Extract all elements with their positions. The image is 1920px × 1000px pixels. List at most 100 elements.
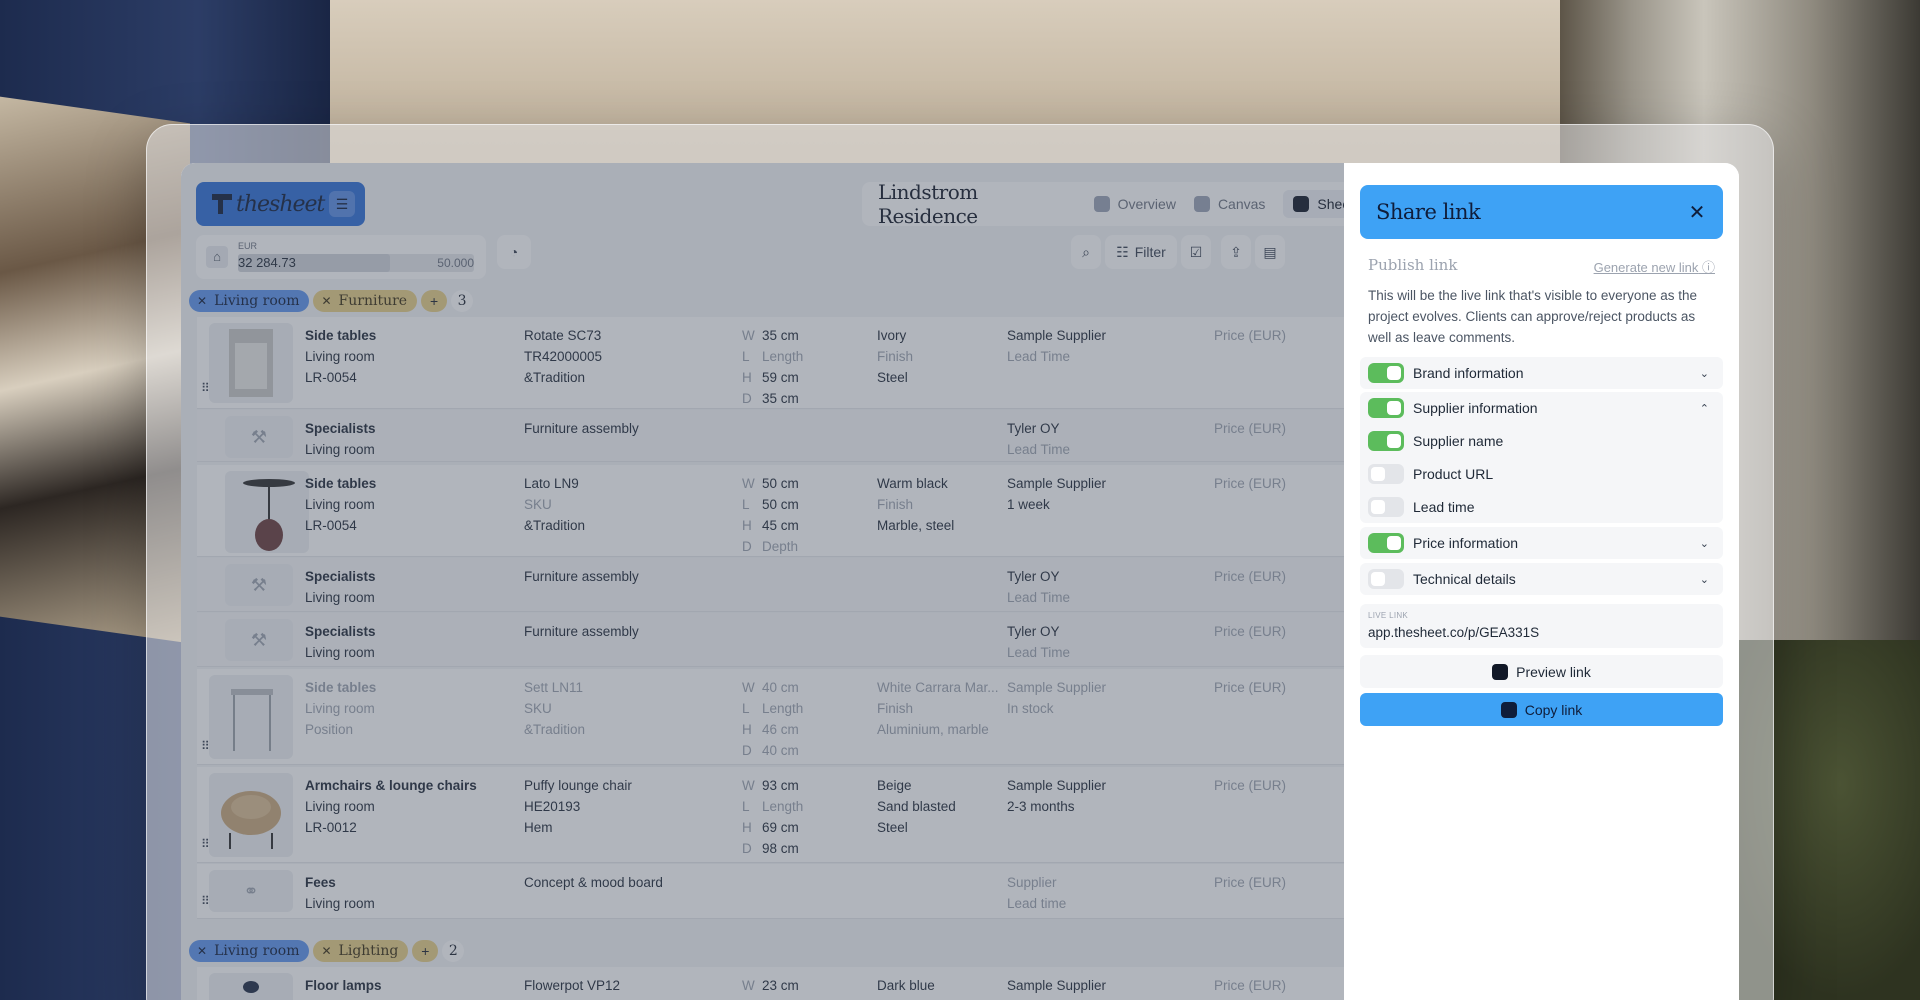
toggle-technical-details[interactable] [1368, 569, 1404, 589]
table-row[interactable]: Side tables Living room LR-0054 Lato LN9 SK… [197, 465, 1344, 557]
dim-label: D [742, 391, 752, 406]
toggle-brand-information[interactable] [1368, 363, 1404, 383]
toggle-supplier-information[interactable] [1368, 398, 1404, 418]
close-icon[interactable]: ✕ [321, 294, 331, 308]
category-chip[interactable]: ✕ Furniture [313, 290, 418, 312]
dim-value: 40 cm [762, 680, 799, 695]
price: Price (EUR) [1214, 421, 1287, 436]
supplier-name: Sample Supplier [1007, 978, 1107, 993]
table-row[interactable]: ⠿ Side tables Living room LR-0054 Rotate S… [197, 317, 1344, 409]
price: Price (EUR) [1214, 476, 1287, 491]
item-name: Side tables [305, 476, 377, 491]
table-row[interactable]: Floor lamps Flowerpot VP12 W 23 cm Dark b… [197, 967, 1344, 1000]
finish-color: Dark blue [877, 978, 935, 993]
chevron-up-icon[interactable]: ⌃ [1700, 402, 1709, 415]
tab-overview[interactable]: Overview [1093, 196, 1176, 212]
share-icon[interactable]: ⇪ [1221, 235, 1251, 269]
export-icon[interactable]: ▤ [1255, 235, 1285, 269]
live-link-value[interactable]: app.thesheet.co/p/GEA331S [1368, 625, 1539, 640]
item-name: Specialists [305, 421, 376, 436]
price: Price (EUR) [1214, 569, 1287, 584]
option-product-url[interactable]: Product URL [1360, 457, 1723, 490]
table-row[interactable]: ⠿ Armchairs & lounge chairs Living room LR… [197, 767, 1344, 863]
dim-label: L [742, 799, 750, 814]
item-room: Living room [305, 701, 375, 716]
drag-handle-icon[interactable]: ⠿ [201, 837, 210, 851]
option-label: Supplier information [1413, 400, 1538, 416]
table-row[interactable]: ⠿ Side tables Living room Position Sett LN… [197, 669, 1344, 765]
room-chip[interactable]: ✕ Living room [189, 290, 310, 312]
product-name: Furniture assembly [524, 421, 639, 436]
search-icon[interactable]: ⌕ [1071, 235, 1101, 269]
lead-time: 1 week [1007, 497, 1050, 512]
tag-icon: ⌂ [206, 246, 228, 268]
finish-material: Steel [877, 370, 908, 385]
category-chip-label: Lighting [338, 943, 399, 959]
room-chip[interactable]: ✕ Living room [189, 940, 310, 962]
chevron-down-icon[interactable]: ⌄ [1700, 367, 1709, 380]
option-supplier-information[interactable]: Supplier information ⌃ [1360, 392, 1723, 424]
category-chip[interactable]: ✕ Lighting [313, 940, 409, 962]
option-technical-details[interactable]: Technical details ⌄ [1360, 563, 1723, 595]
option-label: Supplier name [1413, 432, 1504, 449]
add-icon[interactable]: + [412, 940, 439, 962]
price: Price (EUR) [1214, 778, 1287, 793]
option-price-information[interactable]: Price information ⌄ [1360, 527, 1723, 559]
item-code: Position [305, 722, 354, 737]
drag-handle-icon[interactable]: ⠿ [201, 894, 210, 908]
option-lead-time[interactable]: Lead time [1360, 490, 1723, 523]
project-bar: Lindstrom Residence Overview Canvas Shee… [862, 180, 1382, 228]
dim-value: 50 cm [762, 476, 799, 491]
menu-icon[interactable]: ☰ [329, 191, 355, 217]
piggy-bank-icon[interactable]: ◔ [497, 235, 531, 269]
dim-label: H [742, 370, 752, 385]
finish-type: Sand blasted [877, 799, 956, 814]
publish-link-label: Publish link [1368, 256, 1458, 274]
dim-value: 45 cm [762, 518, 799, 533]
option-label: Technical details [1413, 571, 1516, 587]
toggle-product-url[interactable] [1368, 463, 1404, 484]
toggle-lead-time[interactable] [1368, 496, 1404, 517]
finish-material: Marble, steel [877, 518, 955, 533]
toggle-supplier-name[interactable] [1368, 430, 1404, 451]
dim-value: 23 cm [762, 978, 799, 993]
budget-box[interactable]: ⌂ EUR 32 284.73 50.000 [196, 235, 486, 279]
price: Price (EUR) [1214, 680, 1287, 695]
copy-link-button[interactable]: Copy link [1360, 693, 1723, 726]
table-row[interactable]: ⚒ Specialists Living room Furniture assem… [197, 410, 1344, 462]
chevron-down-icon[interactable]: ⌄ [1700, 537, 1709, 550]
close-icon[interactable]: ✕ [197, 294, 207, 308]
filter-button[interactable]: ☷ Filter [1105, 235, 1177, 269]
lead-time: Lead Time [1007, 590, 1071, 605]
copy-icon [1500, 701, 1517, 718]
finish-color: Ivory [877, 328, 907, 343]
table-row[interactable]: ⚭ ⠿ Fees Living room Concept & mood board… [197, 864, 1344, 919]
select-icon[interactable]: ☑ [1181, 235, 1211, 269]
product-name: Lato LN9 [524, 476, 579, 491]
share-description: This will be the live link that's visibl… [1368, 288, 1697, 345]
add-icon[interactable]: + [421, 290, 448, 312]
option-brand-information[interactable]: Brand information ⌄ [1360, 357, 1723, 389]
dim-value: Length [762, 701, 804, 716]
close-icon[interactable]: ✕ [321, 944, 331, 958]
price: Price (EUR) [1214, 624, 1287, 639]
toggle-price-information[interactable] [1368, 533, 1404, 553]
item-code: LR-0054 [305, 370, 357, 385]
table-row[interactable]: ⚒ Specialists Living room Furniture assem… [197, 558, 1344, 612]
item-name: Side tables [305, 328, 377, 343]
share-panel-header: Share link ✕ [1360, 185, 1723, 239]
budget-currency: EUR [238, 241, 258, 251]
table-row[interactable]: ⚒ Specialists Living room Furniture assem… [197, 613, 1344, 667]
close-icon[interactable]: ✕ [197, 944, 207, 958]
budget-spent: 32 284.73 [238, 255, 296, 270]
live-link-field[interactable]: LIVE LINK app.thesheet.co/p/GEA331S [1360, 604, 1723, 648]
option-supplier-name[interactable]: Supplier name [1360, 424, 1723, 457]
close-icon[interactable]: ✕ [1685, 200, 1709, 225]
preview-link-button[interactable]: Preview link [1360, 655, 1723, 688]
logo[interactable]: thesheet ☰ [196, 182, 365, 226]
drag-handle-icon[interactable]: ⠿ [201, 739, 210, 753]
generate-new-link[interactable]: Generate new link ⓘ [1594, 257, 1715, 276]
chevron-down-icon[interactable]: ⌄ [1700, 573, 1709, 586]
drag-handle-icon[interactable]: ⠿ [201, 381, 210, 395]
tab-canvas[interactable]: Canvas [1193, 196, 1265, 212]
